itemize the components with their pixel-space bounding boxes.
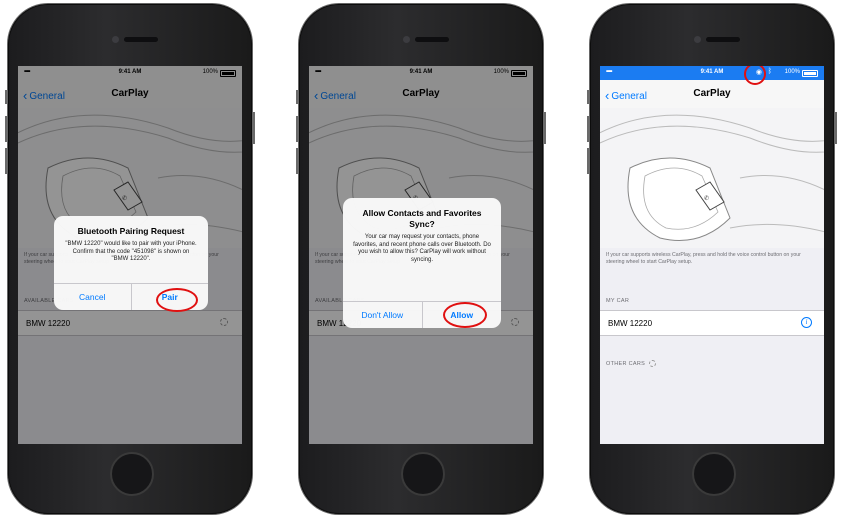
steering-wheel-illustration: ✆ — [600, 108, 824, 248]
volume-up-button — [5, 116, 8, 142]
earpiece-speaker — [706, 37, 740, 42]
volume-down-button — [296, 148, 299, 174]
earpiece-speaker — [124, 37, 158, 42]
mute-switch — [587, 90, 590, 104]
page-title: CarPlay — [693, 88, 731, 99]
iphone-3: ••••• 9:41 AM ◉ ᛒ 100% ‹ General CarPlay … — [587, 4, 837, 514]
cancel-button[interactable]: Cancel — [54, 284, 131, 310]
svg-text:✆: ✆ — [704, 195, 709, 202]
iphone-2: ••••• 9:41 AM 100% ‹General CarPlay ✆ If… — [296, 4, 546, 514]
alert-message: Your car may request your contacts, phon… — [353, 234, 491, 263]
activity-spinner-icon — [649, 360, 657, 367]
front-camera — [403, 36, 410, 43]
my-car-header: MY CAR — [606, 298, 630, 304]
nav-bar: ‹ General CarPlay — [600, 80, 824, 109]
screen: ••••• 9:41 AM ◉ ᛒ 100% ‹ General CarPlay … — [600, 66, 824, 444]
volume-down-button — [5, 148, 8, 174]
volume-up-button — [296, 116, 299, 142]
steering-wheel-icon: ✆ — [600, 114, 824, 241]
alert-title: Allow Contacts and Favorites Sync? — [362, 208, 482, 229]
home-button[interactable] — [401, 452, 445, 496]
power-button — [252, 112, 255, 144]
dont-allow-button[interactable]: Don't Allow — [343, 302, 422, 328]
other-cars-header: OTHER CARS — [606, 360, 657, 367]
volume-down-button — [587, 148, 590, 174]
mute-switch — [5, 90, 8, 104]
front-camera — [112, 36, 119, 43]
highlight-ring — [156, 288, 198, 312]
iphone-1: ••••• 9:41 AM 100% ‹ General CarPlay ✆ If… — [5, 4, 255, 514]
carplay-description: If your car supports wireless CarPlay, p… — [606, 252, 801, 265]
volume-up-button — [587, 116, 590, 142]
earpiece-speaker — [415, 37, 449, 42]
car-cell[interactable]: BMW 12220 i — [600, 310, 824, 336]
alert-title: Bluetooth Pairing Request — [77, 226, 185, 236]
alert-message: "BMW 12220" would like to pair with your… — [65, 241, 197, 262]
home-button[interactable] — [692, 452, 736, 496]
home-button[interactable] — [110, 452, 154, 496]
status-bar: ••••• 9:41 AM ◉ ᛒ 100% — [600, 66, 824, 80]
mute-switch — [296, 90, 299, 104]
highlight-ring — [443, 302, 487, 328]
screen: ••••• 9:41 AM 100% ‹General CarPlay ✆ If… — [309, 66, 533, 444]
battery-percent: 100% — [784, 69, 800, 75]
front-camera — [694, 36, 701, 43]
battery-icon — [802, 70, 818, 77]
info-icon[interactable]: i — [801, 317, 812, 328]
bluetooth-icon: ᛒ — [767, 68, 772, 75]
power-button — [834, 112, 837, 144]
power-button — [543, 112, 546, 144]
screen: ••••• 9:41 AM 100% ‹General CarPlay ✆ If… — [18, 66, 242, 444]
car-name: BMW 12220 — [608, 319, 653, 328]
